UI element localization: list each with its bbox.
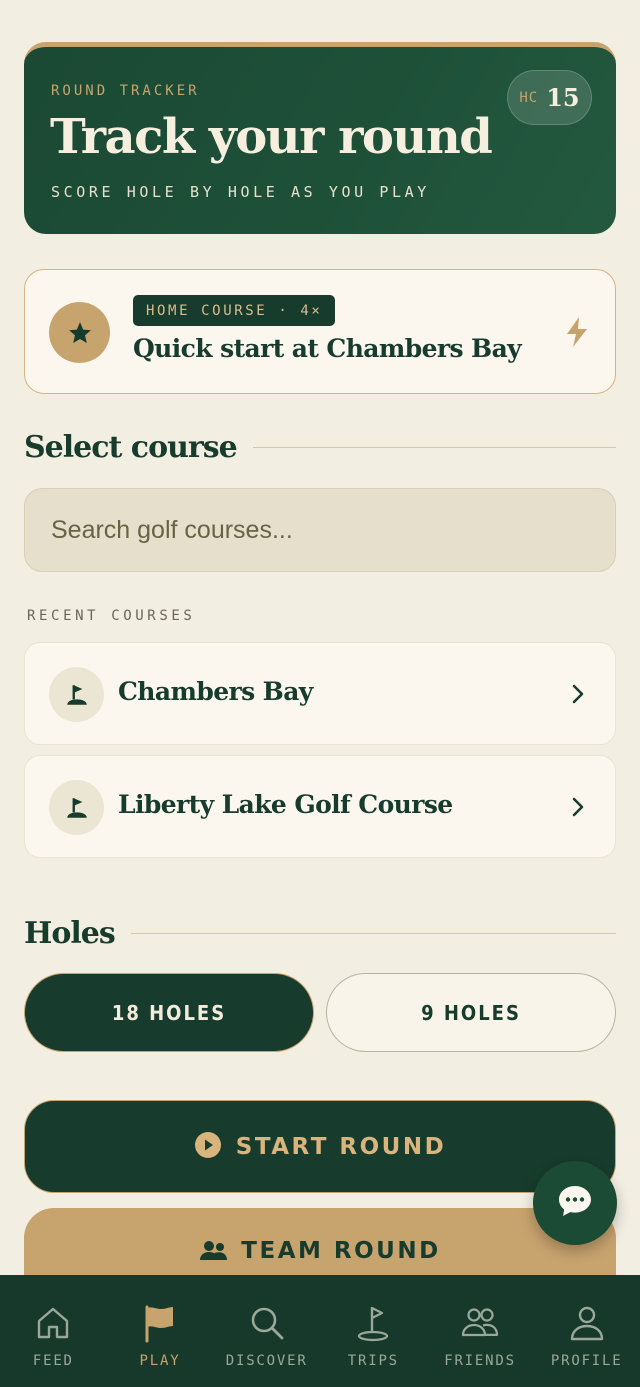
handicap-badge: HC 15 bbox=[507, 70, 592, 125]
hero-card: ROUND TRACKER Track your round SCORE HOL… bbox=[24, 42, 616, 234]
holes-18-button[interactable]: 18 HOLES bbox=[24, 973, 314, 1052]
nav-label: FEED bbox=[32, 1353, 74, 1369]
search-icon bbox=[251, 1307, 284, 1340]
handicap-value: 15 bbox=[546, 83, 580, 112]
course-row-liberty-lake[interactable]: Liberty Lake Golf Course bbox=[24, 755, 616, 858]
home-icon bbox=[38, 1307, 69, 1339]
divider bbox=[130, 933, 616, 934]
nav-label: PLAY bbox=[139, 1353, 181, 1369]
page-title: Track your round bbox=[50, 109, 493, 165]
nav-label: PROFILE bbox=[550, 1353, 623, 1369]
chevron-right-icon bbox=[571, 683, 585, 709]
flag-icon bbox=[145, 1305, 173, 1343]
nav-item-friends[interactable]: FRIENDS bbox=[427, 1275, 534, 1387]
nav-item-trips[interactable]: TRIPS bbox=[320, 1275, 427, 1387]
course-name: Chambers Bay bbox=[118, 677, 313, 706]
chat-button[interactable] bbox=[533, 1161, 617, 1245]
course-row-chambers-bay[interactable]: Chambers Bay bbox=[24, 642, 616, 745]
chevron-right-icon bbox=[571, 796, 585, 822]
home-course-tag: HOME COURSE · 4× bbox=[133, 295, 336, 326]
golf-flag-icon bbox=[49, 780, 104, 835]
nav-item-feed[interactable]: FEED bbox=[0, 1275, 107, 1387]
handicap-label: HC bbox=[519, 89, 539, 106]
quick-start-title: Quick start at Chambers Bay bbox=[133, 334, 522, 363]
divider bbox=[252, 447, 616, 448]
golf-pin-icon bbox=[358, 1307, 389, 1342]
nav-item-discover[interactable]: DISCOVER bbox=[213, 1275, 320, 1387]
course-search[interactable] bbox=[24, 488, 616, 572]
holes-header: Holes bbox=[24, 916, 616, 951]
team-round-label: TEAM ROUND bbox=[241, 1238, 441, 1264]
profile-icon bbox=[570, 1306, 603, 1341]
nav-label: FRIENDS bbox=[444, 1353, 516, 1369]
select-course-header: Select course bbox=[24, 430, 616, 465]
select-course-heading: Select course bbox=[24, 430, 238, 465]
golf-flag-icon bbox=[49, 667, 104, 722]
bolt-icon bbox=[565, 316, 589, 352]
chat-bubble-icon bbox=[557, 1184, 593, 1222]
star-icon bbox=[49, 302, 110, 363]
nav-item-play[interactable]: PLAY bbox=[107, 1275, 214, 1387]
nav-label: DISCOVER bbox=[225, 1353, 308, 1369]
start-round-label: START ROUND bbox=[235, 1133, 447, 1160]
course-name: Liberty Lake Golf Course bbox=[118, 790, 453, 819]
nav-label: TRIPS bbox=[347, 1353, 399, 1369]
recent-courses-label: RECENT COURSES bbox=[27, 608, 196, 624]
nav-item-profile[interactable]: PROFILE bbox=[533, 1275, 640, 1387]
holes-9-button[interactable]: 9 HOLES bbox=[326, 973, 616, 1052]
search-input[interactable] bbox=[51, 515, 615, 545]
play-circle-icon bbox=[194, 1131, 222, 1163]
holes-heading: Holes bbox=[24, 916, 116, 951]
friends-icon bbox=[461, 1308, 499, 1337]
hero-subtitle: SCORE HOLE BY HOLE AS YOU PLAY bbox=[51, 183, 430, 201]
start-round-button[interactable]: START ROUND bbox=[24, 1100, 616, 1193]
team-icon bbox=[199, 1238, 229, 1268]
quick-start-card[interactable]: HOME COURSE · 4× Quick start at Chambers… bbox=[24, 269, 616, 394]
hero-eyebrow: ROUND TRACKER bbox=[51, 83, 200, 99]
bottom-nav: FEED PLAY DISCOVER TRIPS FRIENDS PROFILE bbox=[0, 1275, 640, 1387]
